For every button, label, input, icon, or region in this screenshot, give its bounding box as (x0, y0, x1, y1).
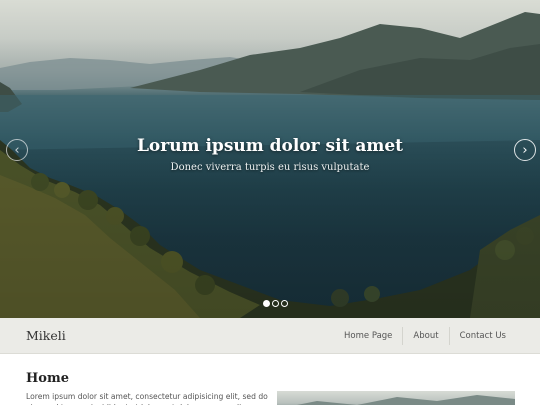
next-slide-button[interactable]: › (514, 139, 536, 161)
site-header: Mikeli Home Page About Contact Us (0, 318, 540, 354)
page-body-text: Lorem ipsum dolor sit amet, consectetur … (26, 392, 268, 405)
chevron-right-icon: › (522, 142, 528, 158)
main-nav: Home Page About Contact Us (334, 318, 516, 354)
prev-slide-button[interactable]: ‹ (6, 139, 28, 161)
slider-dot-3[interactable] (281, 300, 288, 307)
slider-pagination (263, 300, 288, 307)
content-image (277, 391, 515, 405)
chevron-left-icon: ‹ (14, 142, 20, 158)
site-logo[interactable]: Mikeli (26, 328, 66, 343)
slide-subtitle: Donec viverra turpis eu risus vulputate (170, 162, 370, 173)
hero-overlay (0, 0, 540, 318)
page-title: Home (26, 371, 69, 386)
slider-dot-1[interactable] (263, 300, 270, 307)
hero-slider: Lorum ipsum dolor sit amet Donec viverra… (0, 0, 540, 318)
slide-title: Lorum ipsum dolor sit amet (136, 136, 404, 156)
nav-item-home-page[interactable]: Home Page (334, 327, 402, 345)
nav-item-contact-us[interactable]: Contact Us (448, 327, 516, 345)
slider-dot-2[interactable] (272, 300, 279, 307)
nav-item-about[interactable]: About (402, 327, 448, 345)
